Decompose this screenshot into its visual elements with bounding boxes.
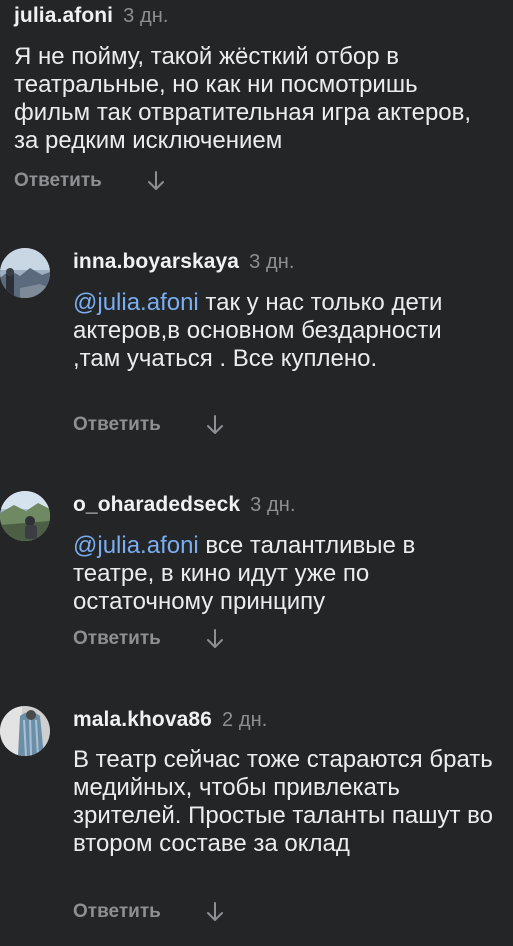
comment-body: В театр сейчас тоже стараются брать меди… [73, 746, 493, 857]
comment-author[interactable]: inna.boyarskaya [73, 250, 239, 273]
comment-time: 3 дн. [249, 251, 295, 273]
comments-feed: julia.afoni 3 дн. Я не пойму, такой жёстк… [0, 0, 513, 946]
arrow-down-icon[interactable] [205, 901, 225, 923]
comment-body: Я не пойму, такой жёсткий отбор в театра… [14, 43, 472, 154]
avatar[interactable] [0, 248, 50, 298]
reply-button[interactable]: Ответить [14, 170, 102, 192]
reply-button[interactable]: Ответить [73, 628, 161, 650]
avatar[interactable] [0, 491, 50, 541]
avatar[interactable] [0, 706, 50, 756]
comment-mention[interactable]: @julia.afoni [73, 289, 199, 316]
comment-header: julia.afoni 3 дн. [14, 4, 169, 28]
arrow-down-icon[interactable] [146, 170, 166, 192]
comment-author[interactable]: mala.khova86 [73, 708, 212, 731]
comment-text: В театр сейчас тоже стараются брать меди… [73, 746, 503, 858]
comment-header: o_oharadedseck 3 дн. [73, 493, 296, 517]
comment-text: @julia.afoni все талантливые в театре, в… [73, 532, 493, 616]
avatar-photo-icon [0, 491, 50, 541]
avatar-photo-icon [0, 248, 50, 298]
arrow-down-icon[interactable] [205, 414, 225, 436]
comment-time: 2 дн. [221, 709, 268, 731]
arrow-down-icon[interactable] [205, 628, 225, 650]
comment-actions: Ответить [73, 414, 225, 436]
comment-time: 3 дн. [250, 494, 296, 516]
comment-text: @julia.afoni так у нас только дети актер… [73, 289, 493, 373]
comment-actions: Ответить [14, 170, 166, 192]
reply-button[interactable]: Ответить [73, 414, 161, 436]
comment-header: inna.boyarskaya 3 дн. [73, 250, 295, 274]
comment-author[interactable]: julia.afoni [14, 4, 113, 27]
comment-time: 3 дн. [123, 5, 169, 27]
comment-actions: Ответить [73, 628, 225, 650]
comment-header: mala.khova86 2 дн. [73, 708, 267, 732]
comment-author[interactable]: o_oharadedseck [73, 493, 240, 516]
avatar-photo-icon [0, 706, 50, 756]
comment-actions: Ответить [73, 901, 225, 923]
reply-button[interactable]: Ответить [73, 901, 161, 923]
comment-mention[interactable]: @julia.afoni [73, 532, 199, 559]
comment-text: Я не пойму, такой жёсткий отбор в театра… [14, 43, 494, 155]
